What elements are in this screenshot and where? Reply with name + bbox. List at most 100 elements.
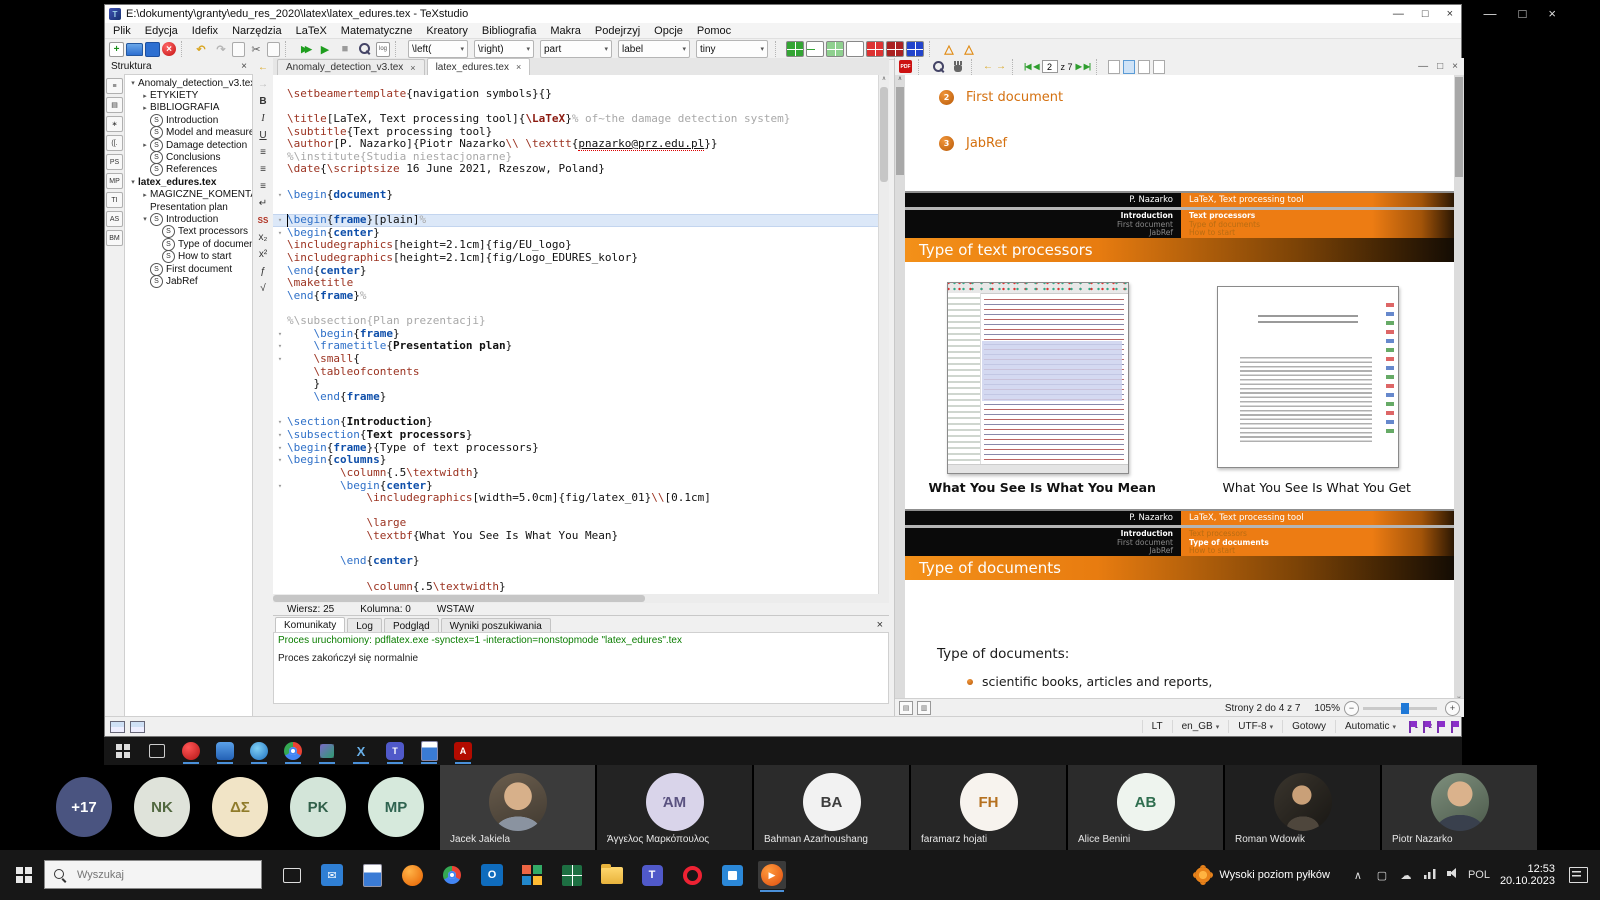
panel-structure[interactable]: ≡ bbox=[106, 78, 123, 94]
phone-link-icon[interactable]: ▢ bbox=[1372, 869, 1392, 882]
close-icon[interactable]: × bbox=[1548, 6, 1556, 21]
pdf-content[interactable]: ∧∨2First document3JabRefP. NazarkoLaTeX,… bbox=[895, 75, 1464, 703]
page-number-input[interactable] bbox=[1042, 60, 1058, 73]
toggle-left-panel-icon[interactable] bbox=[110, 721, 125, 733]
taskbar-search[interactable] bbox=[44, 860, 262, 889]
history-forward-icon[interactable]: → bbox=[996, 61, 1006, 72]
format-underline-icon[interactable]: U bbox=[255, 127, 272, 143]
tree-item[interactable]: ▾SIntroduction bbox=[125, 213, 252, 225]
search-input[interactable] bbox=[75, 868, 229, 882]
tree-item[interactable]: SModel and measurem... bbox=[125, 127, 252, 139]
office-icon[interactable] bbox=[518, 861, 546, 889]
new-document-icon[interactable]: + bbox=[109, 42, 124, 57]
task-view-icon[interactable] bbox=[146, 740, 168, 762]
menu-idefix[interactable]: Idefix bbox=[192, 25, 218, 37]
app-chrome-icon[interactable] bbox=[282, 740, 304, 762]
app-texstudio-active-icon[interactable] bbox=[316, 740, 338, 762]
format-italic-icon[interactable]: I bbox=[255, 110, 272, 126]
participant-bubble[interactable]: ΔΣ bbox=[212, 777, 268, 837]
network-icon[interactable] bbox=[1420, 869, 1440, 882]
toolbar-dropdown-0[interactable]: \left(▾ bbox=[408, 40, 468, 58]
tree-item[interactable]: ▸SDamage detection bbox=[125, 139, 252, 151]
taskbar-clock[interactable]: 12:53 20.10.2023 bbox=[1500, 863, 1555, 887]
copy-icon[interactable] bbox=[232, 42, 245, 57]
scroll-up-icon[interactable]: ∧ bbox=[879, 75, 889, 82]
next-warning-icon[interactable]: △ bbox=[940, 41, 958, 57]
hand-tool-icon[interactable] bbox=[951, 60, 965, 74]
code-editor[interactable]: \setbeamertemplate{navigation symbols}{}… bbox=[273, 75, 889, 594]
message-tab-wyniki poszukiwania[interactable]: Wyniki poszukiwania bbox=[441, 618, 551, 633]
fold-marker-icon[interactable]: ▾ bbox=[273, 189, 287, 202]
tree-item[interactable]: SText processors bbox=[125, 226, 252, 238]
participant-bubble[interactable]: MP bbox=[368, 777, 424, 837]
fold-marker-icon[interactable]: ▾ bbox=[273, 353, 287, 366]
two-page-mode-icon[interactable] bbox=[1138, 60, 1150, 74]
last-page-icon[interactable]: ▶| bbox=[1084, 62, 1090, 71]
onedrive-icon[interactable]: ☁ bbox=[1396, 869, 1416, 882]
menu-narzędzia[interactable]: Narzędzia bbox=[232, 25, 282, 37]
table-align-columns-icon[interactable] bbox=[906, 41, 924, 57]
table-remove-row-icon[interactable] bbox=[846, 41, 864, 57]
menu-makra[interactable]: Makra bbox=[550, 25, 581, 37]
restore-icon[interactable]: □ bbox=[1437, 61, 1443, 72]
fold-marker-icon[interactable]: ▾ bbox=[273, 416, 287, 429]
zoom-slider[interactable] bbox=[1363, 707, 1437, 710]
view-pdf-icon[interactable] bbox=[356, 41, 374, 57]
menu-plik[interactable]: Plik bbox=[113, 25, 131, 37]
insert-sqrt-icon[interactable]: √ bbox=[255, 280, 272, 296]
zoom-in-icon[interactable]: + bbox=[1445, 701, 1460, 716]
task-view-button[interactable] bbox=[278, 861, 306, 889]
pdf-right-scrollbar[interactable]: ∨ bbox=[1454, 75, 1464, 703]
bookmark-flag-icon[interactable] bbox=[1435, 721, 1445, 733]
pdf-zoom-level[interactable]: 105% bbox=[1314, 703, 1340, 714]
continuous-mode-icon[interactable] bbox=[1123, 60, 1135, 74]
status-lt[interactable]: LT bbox=[1142, 720, 1172, 733]
teams-icon[interactable]: T bbox=[638, 861, 666, 889]
outlook-icon[interactable]: O bbox=[478, 861, 506, 889]
fold-marker-icon[interactable]: ▾ bbox=[273, 429, 287, 442]
table-insert-icon[interactable] bbox=[786, 41, 804, 57]
insert-fraction-icon[interactable]: ƒ bbox=[255, 263, 272, 279]
compile-icon[interactable]: ▶ bbox=[316, 41, 334, 57]
table-remove-column-icon[interactable] bbox=[866, 41, 884, 57]
fold-marker-icon[interactable]: ▾ bbox=[273, 454, 287, 467]
opera-icon[interactable] bbox=[678, 861, 706, 889]
expander-icon[interactable]: ▾ bbox=[128, 178, 138, 186]
zoom-out-icon[interactable]: − bbox=[1344, 701, 1359, 716]
expander-icon[interactable]: ▸ bbox=[140, 141, 150, 149]
bookmark-flag-icon[interactable]: 1 bbox=[1407, 721, 1417, 733]
menu-podejrzyj[interactable]: Podejrzyj bbox=[595, 25, 640, 37]
nav-back-icon[interactable]: ← bbox=[255, 59, 272, 75]
participant-tile[interactable]: ΆΜΆγγελος Μαρκόπουλος bbox=[597, 765, 752, 850]
pdf-zoom-icon[interactable] bbox=[930, 59, 948, 75]
explorer-icon[interactable] bbox=[598, 861, 626, 889]
minimize-icon[interactable]: — bbox=[1418, 61, 1428, 72]
menu-kreatory[interactable]: Kreatory bbox=[426, 25, 468, 37]
minimize-icon[interactable]: — bbox=[1393, 8, 1404, 20]
toolbar-dropdown-1[interactable]: \right)▾ bbox=[474, 40, 534, 58]
app-x-icon[interactable]: X bbox=[350, 740, 372, 762]
participant-bubble[interactable]: PK bbox=[290, 777, 346, 837]
panel-brackets[interactable]: ([. bbox=[106, 135, 123, 151]
format-bold-icon[interactable]: B bbox=[255, 93, 272, 109]
participant-tile[interactable]: ABAlice Benini bbox=[1068, 765, 1223, 850]
menu-pomoc[interactable]: Pomoc bbox=[697, 25, 731, 37]
fold-marker-icon[interactable]: ▾ bbox=[273, 442, 287, 455]
stop-compile-icon[interactable]: ■ bbox=[336, 41, 354, 57]
panel-bookmarks[interactable]: ▤ bbox=[106, 97, 123, 113]
lock-icon[interactable]: ▤ bbox=[899, 701, 913, 715]
expander-icon[interactable]: ▾ bbox=[140, 215, 150, 223]
tree-item[interactable]: Presentation plan bbox=[125, 201, 252, 213]
toggle-bottom-panel-icon[interactable] bbox=[130, 721, 145, 733]
menu-matematyczne[interactable]: Matematyczne bbox=[341, 25, 413, 37]
message-tab-podgląd[interactable]: Podgląd bbox=[384, 618, 439, 633]
open-file-icon[interactable] bbox=[126, 43, 143, 56]
fold-marker-icon[interactable]: ▾ bbox=[273, 328, 287, 341]
app-folder-icon[interactable] bbox=[214, 740, 236, 762]
menu-latex[interactable]: LaTeX bbox=[296, 25, 327, 37]
scroll-thumb[interactable] bbox=[880, 87, 888, 182]
cut-icon[interactable]: ✂ bbox=[247, 41, 265, 57]
action-center-icon[interactable] bbox=[1569, 867, 1588, 883]
participant-bubble[interactable]: NK bbox=[134, 777, 190, 837]
view-log-icon[interactable]: log bbox=[376, 42, 390, 57]
